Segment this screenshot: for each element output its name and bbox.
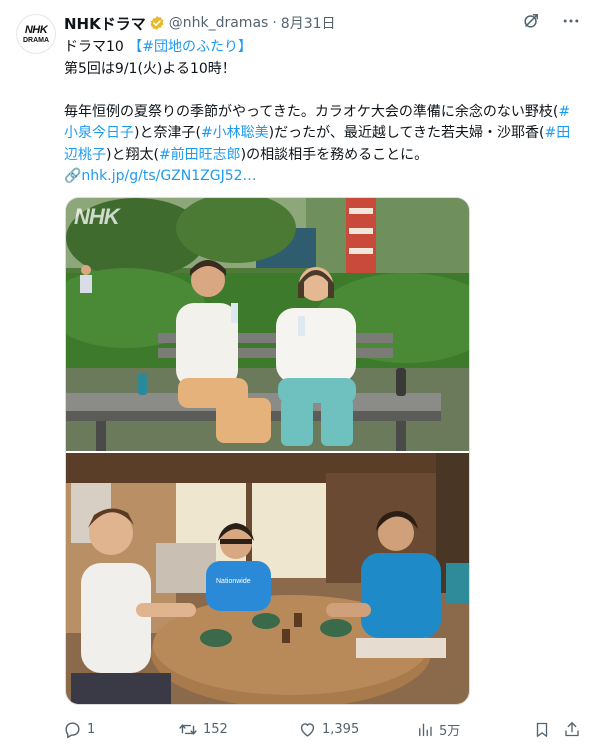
share-button[interactable] xyxy=(563,716,581,742)
reply-button[interactable]: 1 xyxy=(63,716,95,742)
action-bar: 1 152 1,395 5万 xyxy=(63,716,583,742)
bench-scene-photo[interactable]: NHK xyxy=(66,198,469,451)
external-link[interactable]: 🔗nhk.jp/g/ts/GZN1ZGJ52… xyxy=(64,168,257,184)
avatar[interactable]: NHK DRAMA xyxy=(16,14,56,54)
tweet-line1-prefix: ドラマ10 xyxy=(64,39,129,55)
more-options-icon[interactable] xyxy=(561,11,581,35)
tweet-para-part-c: )だったが、最近越してきた若夫婦・沙耶香( xyxy=(268,125,545,141)
avatar-logo-text: NHK xyxy=(24,23,48,36)
hashtag-show-title[interactable]: 【#団地のふたり】 xyxy=(128,39,252,55)
analytics-icon xyxy=(419,723,432,736)
views-count: 5万 xyxy=(439,723,461,739)
share-icon xyxy=(565,721,579,736)
verified-badge-icon xyxy=(149,15,165,31)
reply-icon xyxy=(65,721,80,738)
header-actions xyxy=(521,12,581,34)
tweet-header: NHKドラマ @nhk_dramas · 8月31日 xyxy=(64,12,581,34)
media-container[interactable]: NHK Nationwide xyxy=(65,197,470,705)
hashtag-maeda[interactable]: #前田旺志郎 xyxy=(159,147,241,163)
reply-count: 1 xyxy=(87,721,96,737)
like-count: 1,395 xyxy=(322,721,360,737)
hashtag-kobayashi[interactable]: #小林聡美 xyxy=(201,125,269,141)
tweet-line2: 第5回は9/1(火)よる10時！ xyxy=(64,60,236,77)
tweet-card[interactable]: NHK DRAMA NHKドラマ @nhk_dramas · 8月31日 ドラマ… xyxy=(0,0,599,748)
tweet-para-part-a: 毎年恒例の夏祭りの季節がやってきた。カラオケ大会の準備に余念のない野枝( xyxy=(64,103,559,120)
tweet-para-part-b: )と奈津子( xyxy=(134,125,201,141)
bookmark-button[interactable] xyxy=(533,716,551,742)
repost-count: 152 xyxy=(203,721,228,737)
views-button[interactable]: 5万 xyxy=(416,716,460,742)
repost-button[interactable]: 152 xyxy=(178,716,228,742)
account-handle[interactable]: @nhk_dramas xyxy=(169,15,269,31)
shirt-text: Nationwide xyxy=(216,578,251,585)
nhk-watermark: NHK xyxy=(74,204,120,229)
post-date[interactable]: 8月31日 xyxy=(281,13,336,33)
tweet-para-part-e: )の相談相手を務めることに。 xyxy=(240,146,429,163)
repost-icon xyxy=(179,723,197,735)
grok-icon[interactable] xyxy=(521,11,541,35)
tweet-para-part-d: )と翔太( xyxy=(106,146,159,163)
dining-table-scene-photo[interactable]: Nationwide xyxy=(66,453,469,704)
account-name[interactable]: NHKドラマ xyxy=(64,13,146,34)
heart-icon xyxy=(300,722,315,737)
separator-dot: · xyxy=(272,15,277,31)
tweet-text: ドラマ10 【#団地のふたり】 第5回は9/1(火)よる10時！ 毎年恒例の夏祭… xyxy=(64,37,584,188)
like-button[interactable]: 1,395 xyxy=(298,716,359,742)
bookmark-icon xyxy=(536,722,548,737)
avatar-logo-subtext: DRAMA xyxy=(22,36,50,44)
